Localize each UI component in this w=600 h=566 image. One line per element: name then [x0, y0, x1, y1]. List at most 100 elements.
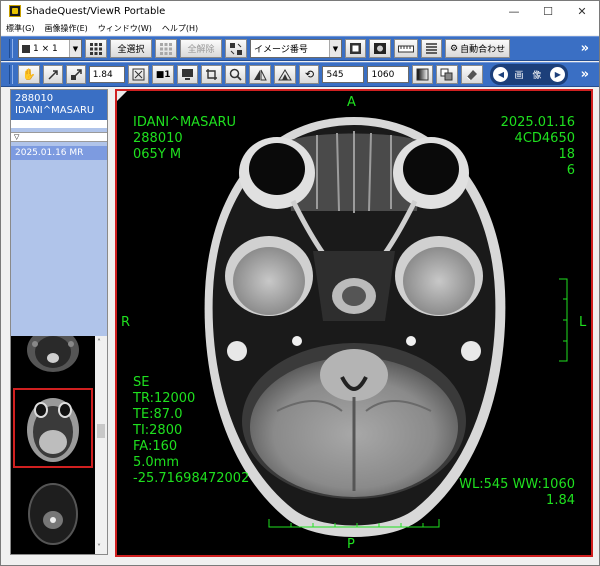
diagonal-arrow-icon	[48, 69, 58, 80]
maximize-button[interactable]: ☐	[531, 1, 565, 21]
menu-window[interactable]: ウィンドウ(W)	[93, 23, 157, 34]
zoom-mode-button[interactable]	[65, 65, 86, 84]
deselect-all-button[interactable]: 全解除	[180, 39, 222, 58]
patient-card[interactable]: 288010 IDANI^MASARU	[11, 90, 107, 120]
rotate-button[interactable]: ⟲	[299, 65, 320, 84]
thumbnail-2-selected[interactable]	[13, 388, 93, 468]
gradient-button[interactable]	[412, 65, 434, 84]
sort-order-select[interactable]: イメージ番号 ▼	[250, 39, 342, 58]
thumbnail-1[interactable]	[13, 336, 93, 384]
menu-standard[interactable]: 標準(G)	[1, 23, 39, 34]
eraser-button[interactable]	[461, 65, 484, 84]
minimize-button[interactable]: —	[497, 1, 531, 21]
orientation-left: L	[579, 315, 587, 330]
deselect-grid-button[interactable]	[155, 39, 177, 58]
close-button[interactable]: ✕	[565, 1, 599, 21]
crop-button[interactable]	[201, 65, 223, 84]
select-all-button[interactable]: 全選択	[110, 39, 152, 58]
tile-grid-button[interactable]	[85, 39, 107, 58]
zoom-value-field[interactable]: 1.84	[88, 66, 125, 83]
fit-window-icon	[132, 68, 145, 81]
scroll-thumb[interactable]	[97, 424, 105, 438]
overlay-image-number: 6	[566, 163, 575, 178]
overlay-top-left: IDANI^MASARU 288010 065Y M	[133, 115, 236, 163]
auto-fit-button[interactable]: ⚙ 自動合わせ	[445, 39, 511, 58]
layout-select[interactable]: 1 × 1 ▼	[18, 39, 82, 58]
overlay-series-number: 18	[558, 147, 575, 162]
scroll-down-icon[interactable]: ˅	[97, 543, 101, 552]
magnifier-button[interactable]	[225, 65, 247, 84]
magnifier-icon	[230, 68, 243, 81]
flip-vertical-button[interactable]	[274, 65, 297, 84]
scroll-up-icon[interactable]: ˄	[97, 338, 101, 347]
fit-window-button[interactable]	[127, 65, 149, 84]
menu-image-ops[interactable]: 画像操作(E)	[39, 23, 92, 34]
gradient-icon	[416, 68, 429, 81]
image-toolbar: ✋ 1.84 ■1 ⟲ 545 1060 ◀ 画 像 ▶ »	[1, 62, 599, 87]
overlay-bottom-left: SE TR:12000 TE:87.0 TI:2800 FA:160 5.0mm…	[133, 375, 249, 487]
pan-button[interactable]: ✋	[18, 65, 40, 84]
crop-icon	[206, 69, 218, 80]
overlay-patient-id: 288010	[133, 131, 183, 146]
copy-button[interactable]	[436, 65, 459, 84]
eraser-icon	[467, 70, 478, 81]
overlay-tr: TR:12000	[133, 391, 196, 406]
window-level-field[interactable]: 545	[322, 66, 365, 83]
study-row[interactable]: 2025.01.16 MR	[11, 146, 107, 160]
flip-horizontal-button[interactable]	[249, 65, 272, 84]
layout-value: 1 × 1	[33, 43, 58, 54]
ruler-button[interactable]	[394, 39, 418, 58]
thumbnail-strip	[11, 336, 95, 554]
layout-grid-icon	[22, 44, 30, 53]
sort-order-value: イメージ番号	[254, 45, 308, 55]
menu-help[interactable]: ヘルプ(H)	[157, 23, 203, 34]
overlay-age-sex: 065Y M	[133, 147, 182, 162]
app-window: ShadeQuest/ViewR Portable — ☐ ✕ 標準(G) 画像…	[0, 0, 600, 566]
patient-name: IDANI^MASARU	[15, 105, 95, 116]
vertical-scrollbar[interactable]: ˄ ˅	[95, 336, 107, 554]
list-button[interactable]	[421, 39, 442, 58]
auto-fit-label: 自動合わせ	[460, 45, 506, 55]
study-list-header[interactable]: ▽	[11, 132, 107, 142]
overlay-fa: FA:160	[133, 439, 178, 454]
triangle-right-icon: ▶	[554, 70, 561, 79]
patient-id: 288010	[15, 93, 54, 104]
thumbnail-mri-image	[13, 474, 93, 554]
toolbar-overflow-button[interactable]: »	[581, 41, 599, 56]
overlay-ti: TI:2800	[133, 423, 183, 438]
next-image-button[interactable]: ▶	[550, 67, 566, 82]
overlay-slice-thickness: 5.0mm	[133, 455, 180, 470]
menu-bar: 標準(G) 画像操作(E) ウィンドウ(W) ヘルプ(H)	[1, 21, 599, 35]
overlay-accession: 4CD4650	[514, 131, 575, 146]
orientation-posterior: P	[347, 537, 355, 552]
overlay-zoom: 1.84	[546, 493, 575, 508]
gear-icon: ⚙	[450, 43, 459, 54]
toolbar-grip	[9, 39, 13, 58]
monitor-button[interactable]	[177, 65, 199, 84]
image-view-button[interactable]	[369, 39, 391, 58]
sort-icon	[230, 42, 242, 55]
resize-button[interactable]	[42, 65, 63, 84]
window-width-field[interactable]: 1060	[367, 66, 410, 83]
thumbnail-3[interactable]	[13, 474, 93, 554]
main-toolbar: 1 × 1 ▼ 全選択 全解除 イメージ番号 ▼ ⚙ 自動合わせ »	[1, 36, 599, 61]
image-viewport[interactable]: A P R L IDANI^MASARU 288010 065Y M 2025.…	[115, 89, 593, 557]
hand-icon: ✋	[22, 68, 36, 81]
image-nav-label: 画 像	[514, 71, 545, 81]
previous-image-button[interactable]: ◀	[493, 67, 509, 82]
toolbar-grip	[9, 65, 13, 84]
flip-horizontal-icon	[254, 69, 268, 80]
overlay-study-date: 2025.01.16	[500, 115, 575, 130]
toolbar-overflow-button[interactable]: »	[581, 67, 599, 82]
flip-vertical-icon	[278, 68, 293, 80]
image-icon	[374, 43, 386, 54]
triangle-left-icon: ◀	[497, 70, 505, 79]
overlay-slice-location: -25.71698472002	[133, 471, 250, 486]
overlay-patient-name: IDANI^MASARU	[133, 115, 237, 130]
sort-button[interactable]	[225, 39, 247, 58]
chevron-down-icon: ▼	[329, 40, 341, 57]
actual-size-button[interactable]: ■1	[151, 65, 175, 84]
overlay-top-right: 2025.01.16 4CD4650 18 6	[501, 115, 575, 179]
stop-button[interactable]	[345, 39, 366, 58]
one-to-one-icon: ■1	[155, 69, 171, 80]
